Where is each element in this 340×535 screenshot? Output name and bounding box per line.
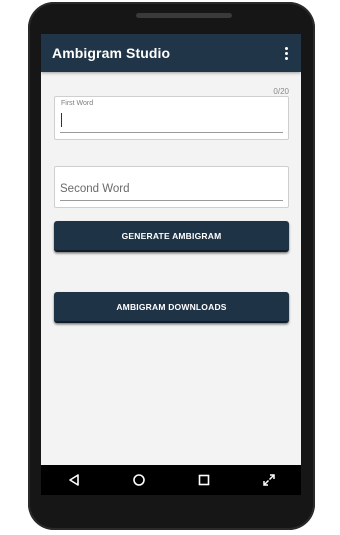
app-title: Ambigram Studio — [52, 45, 171, 61]
app-bar: Ambigram Studio — [41, 34, 301, 72]
fullscreen-icon[interactable] — [257, 468, 281, 492]
generate-ambigram-button[interactable]: GENERATE AMBIGRAM — [54, 221, 289, 252]
second-word-underline — [60, 200, 283, 201]
app-screen: Ambigram Studio 0/20 First Word GENERATE… — [41, 34, 301, 466]
first-word-label: First Word — [61, 100, 94, 107]
ambigram-downloads-button[interactable]: AMBIGRAM DOWNLOADS — [54, 292, 289, 323]
second-word-field[interactable] — [54, 166, 289, 208]
second-word-input[interactable] — [60, 180, 280, 198]
text-cursor — [61, 113, 62, 127]
character-counter: 0/20 — [273, 87, 289, 96]
first-word-underline — [60, 132, 283, 133]
speaker-grille — [136, 13, 232, 18]
overflow-menu-icon[interactable] — [277, 44, 295, 62]
system-nav-bar — [41, 465, 301, 495]
recents-icon[interactable] — [192, 468, 216, 492]
first-word-field[interactable]: First Word — [54, 96, 289, 140]
back-icon[interactable] — [62, 468, 86, 492]
home-icon[interactable] — [127, 468, 151, 492]
